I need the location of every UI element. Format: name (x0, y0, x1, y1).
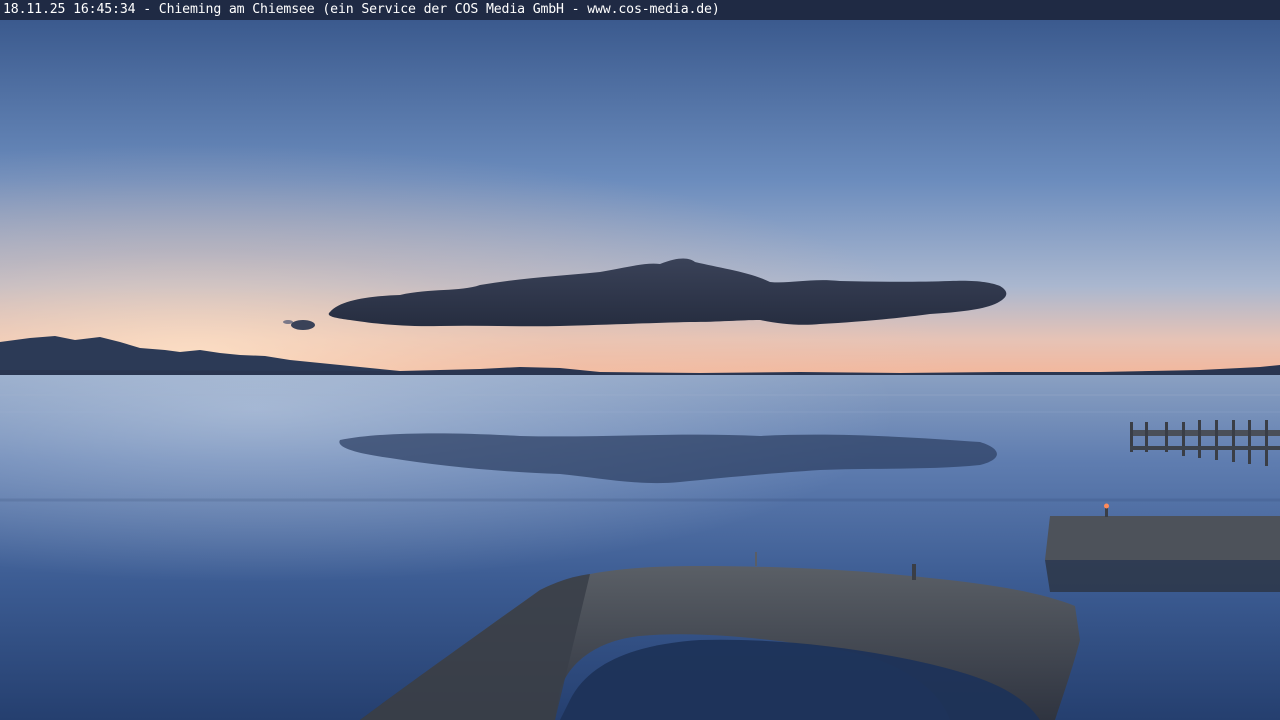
webcam-frame: 18.11.25 16:45:34 - Chieming am Chiemsee… (0, 0, 1280, 720)
light-icon (1104, 503, 1109, 509)
caption-text: 18.11.25 16:45:34 - Chieming am Chiemsee… (3, 2, 720, 17)
caption-bar: 18.11.25 16:45:34 - Chieming am Chiemsee… (0, 0, 1280, 20)
lake-scene-image (0, 20, 1280, 720)
right-breakwater (1045, 503, 1280, 592)
